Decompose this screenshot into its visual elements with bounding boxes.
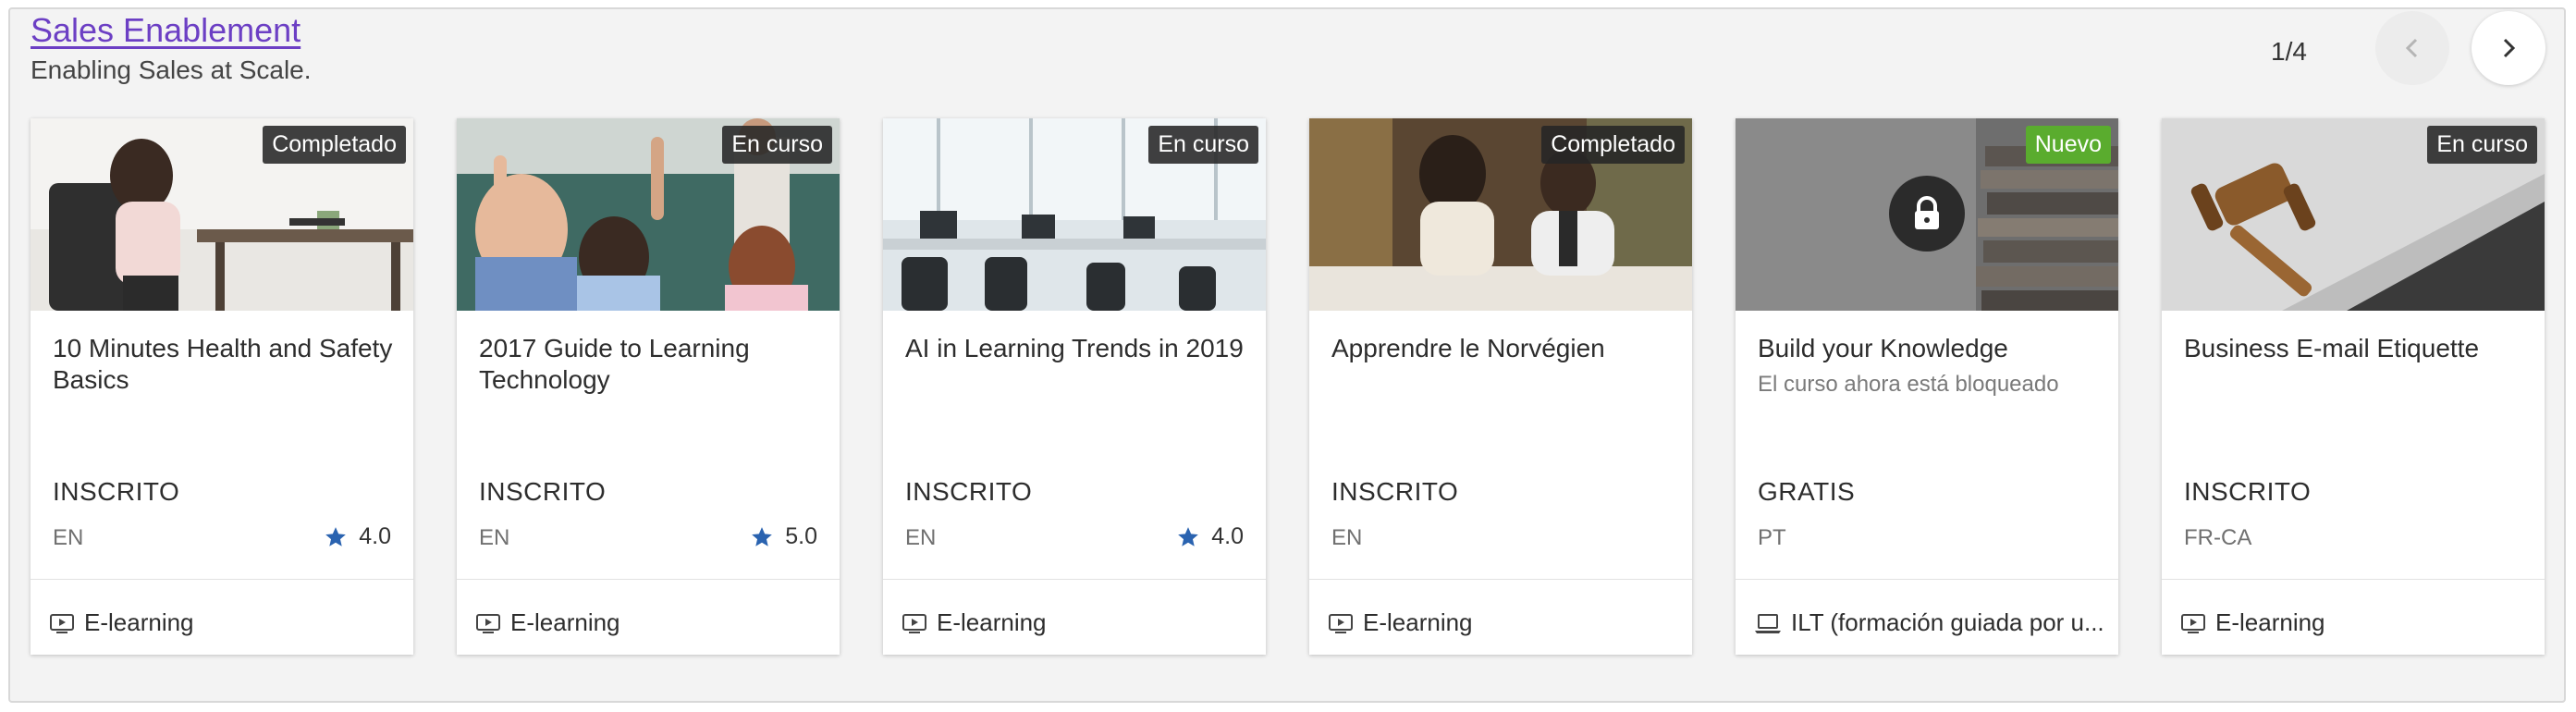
enrollment-status: INSCRITO bbox=[905, 477, 1033, 506]
course-title: 10 Minutes Health and Safety Basics bbox=[53, 334, 393, 394]
laptop-icon bbox=[1755, 613, 1781, 633]
card-divider bbox=[883, 579, 1266, 580]
section-title-link[interactable]: Sales Enablement bbox=[31, 11, 301, 50]
language-code: EN bbox=[905, 525, 937, 550]
status-badge: Completado bbox=[263, 126, 406, 164]
chevron-right-icon bbox=[2503, 38, 2516, 58]
status-badge: En curso bbox=[722, 126, 832, 164]
status-badge: En curso bbox=[2427, 126, 2537, 164]
video-play-icon bbox=[1329, 613, 1353, 633]
chevron-left-icon bbox=[2405, 38, 2418, 58]
language-code: EN bbox=[479, 525, 510, 550]
course-title: 2017 Guide to Learning Technology bbox=[479, 334, 750, 394]
course-thumbnail: Completado bbox=[1309, 118, 1692, 311]
course-thumbnail: Completado bbox=[31, 118, 413, 311]
course-title: Apprendre le Norvégien bbox=[1331, 334, 1605, 362]
card-divider bbox=[2162, 579, 2545, 580]
course-card[interactable]: En curso AI in Learning Trends in 2019 I… bbox=[883, 118, 1266, 655]
previous-page-button[interactable] bbox=[2375, 11, 2449, 85]
enrollment-status: INSCRITO bbox=[1331, 477, 1459, 506]
video-play-icon bbox=[50, 613, 74, 633]
language-code: EN bbox=[1331, 525, 1363, 550]
course-type: E-learning bbox=[49, 608, 400, 637]
star-icon bbox=[325, 526, 347, 546]
card-divider bbox=[31, 579, 413, 580]
enrollment-status: INSCRITO bbox=[479, 477, 607, 506]
course-title: Business E-mail Etiquette bbox=[2184, 334, 2480, 362]
course-type-label: E-learning bbox=[84, 608, 194, 636]
catalog-section: Sales Enablement Enabling Sales at Scale… bbox=[8, 7, 2566, 703]
course-card[interactable]: Nuevo Build your Knowledge El curso ahor… bbox=[1736, 118, 2118, 655]
card-divider bbox=[457, 579, 840, 580]
star-icon bbox=[752, 526, 773, 546]
course-thumbnail: En curso bbox=[457, 118, 840, 311]
course-rating: 5.0 bbox=[750, 523, 817, 550]
video-play-icon bbox=[476, 613, 500, 633]
video-play-icon bbox=[2181, 613, 2205, 633]
rating-value: 5.0 bbox=[785, 523, 817, 549]
course-type-label: E-learning bbox=[937, 608, 1047, 636]
course-type: E-learning bbox=[902, 608, 1253, 637]
rating-value: 4.0 bbox=[359, 523, 391, 549]
section-subtitle: Enabling Sales at Scale. bbox=[31, 55, 312, 84]
language-code: PT bbox=[1758, 525, 1786, 550]
enrollment-status: GRATIS bbox=[1758, 477, 1856, 506]
rating-value: 4.0 bbox=[1211, 523, 1244, 549]
course-card[interactable]: En curso 2017 Guide to Learning Technolo… bbox=[457, 118, 840, 655]
course-card[interactable]: Completado 10 Minutes Health and Safety … bbox=[31, 118, 413, 655]
course-type-label: ILT (formación guiada por u... bbox=[1791, 608, 2104, 636]
card-divider bbox=[1736, 579, 2118, 580]
course-type: ILT (formación guiada por u... bbox=[1754, 608, 2105, 637]
course-rating: 4.0 bbox=[1176, 523, 1244, 550]
course-type: E-learning bbox=[2180, 608, 2532, 637]
status-badge: Completado bbox=[1541, 126, 1685, 164]
next-page-button[interactable] bbox=[2472, 11, 2545, 85]
course-title: Build your Knowledge bbox=[1758, 334, 2008, 362]
course-rating: 4.0 bbox=[324, 523, 391, 550]
course-thumbnail: Nuevo bbox=[1736, 118, 2118, 311]
lock-icon bbox=[1889, 176, 1965, 252]
course-type: E-learning bbox=[475, 608, 827, 637]
enrollment-status: INSCRITO bbox=[2184, 477, 2312, 506]
language-code: FR-CA bbox=[2184, 525, 2252, 550]
course-type-label: E-learning bbox=[1363, 608, 1473, 636]
course-type-label: E-learning bbox=[510, 608, 620, 636]
course-type-label: E-learning bbox=[2215, 608, 2325, 636]
status-badge: Nuevo bbox=[2025, 126, 2111, 164]
course-type: E-learning bbox=[1328, 608, 1679, 637]
star-icon bbox=[1178, 526, 1199, 546]
page-indicator: 1/4 bbox=[2271, 37, 2307, 66]
card-divider bbox=[1309, 579, 1692, 580]
language-code: EN bbox=[53, 525, 84, 550]
course-locked-note: El curso ahora está bloqueado bbox=[1758, 372, 2059, 397]
course-card[interactable]: Completado Apprendre le Norvégien INSCRI… bbox=[1309, 118, 1692, 655]
video-play-icon bbox=[902, 613, 926, 633]
course-thumbnail: En curso bbox=[2162, 118, 2545, 311]
course-title: AI in Learning Trends in 2019 bbox=[905, 334, 1244, 362]
course-thumbnail: En curso bbox=[883, 118, 1266, 311]
enrollment-status: INSCRITO bbox=[53, 477, 180, 506]
course-card[interactable]: En curso Business E-mail Etiquette INSCR… bbox=[2162, 118, 2545, 655]
status-badge: En curso bbox=[1148, 126, 1258, 164]
